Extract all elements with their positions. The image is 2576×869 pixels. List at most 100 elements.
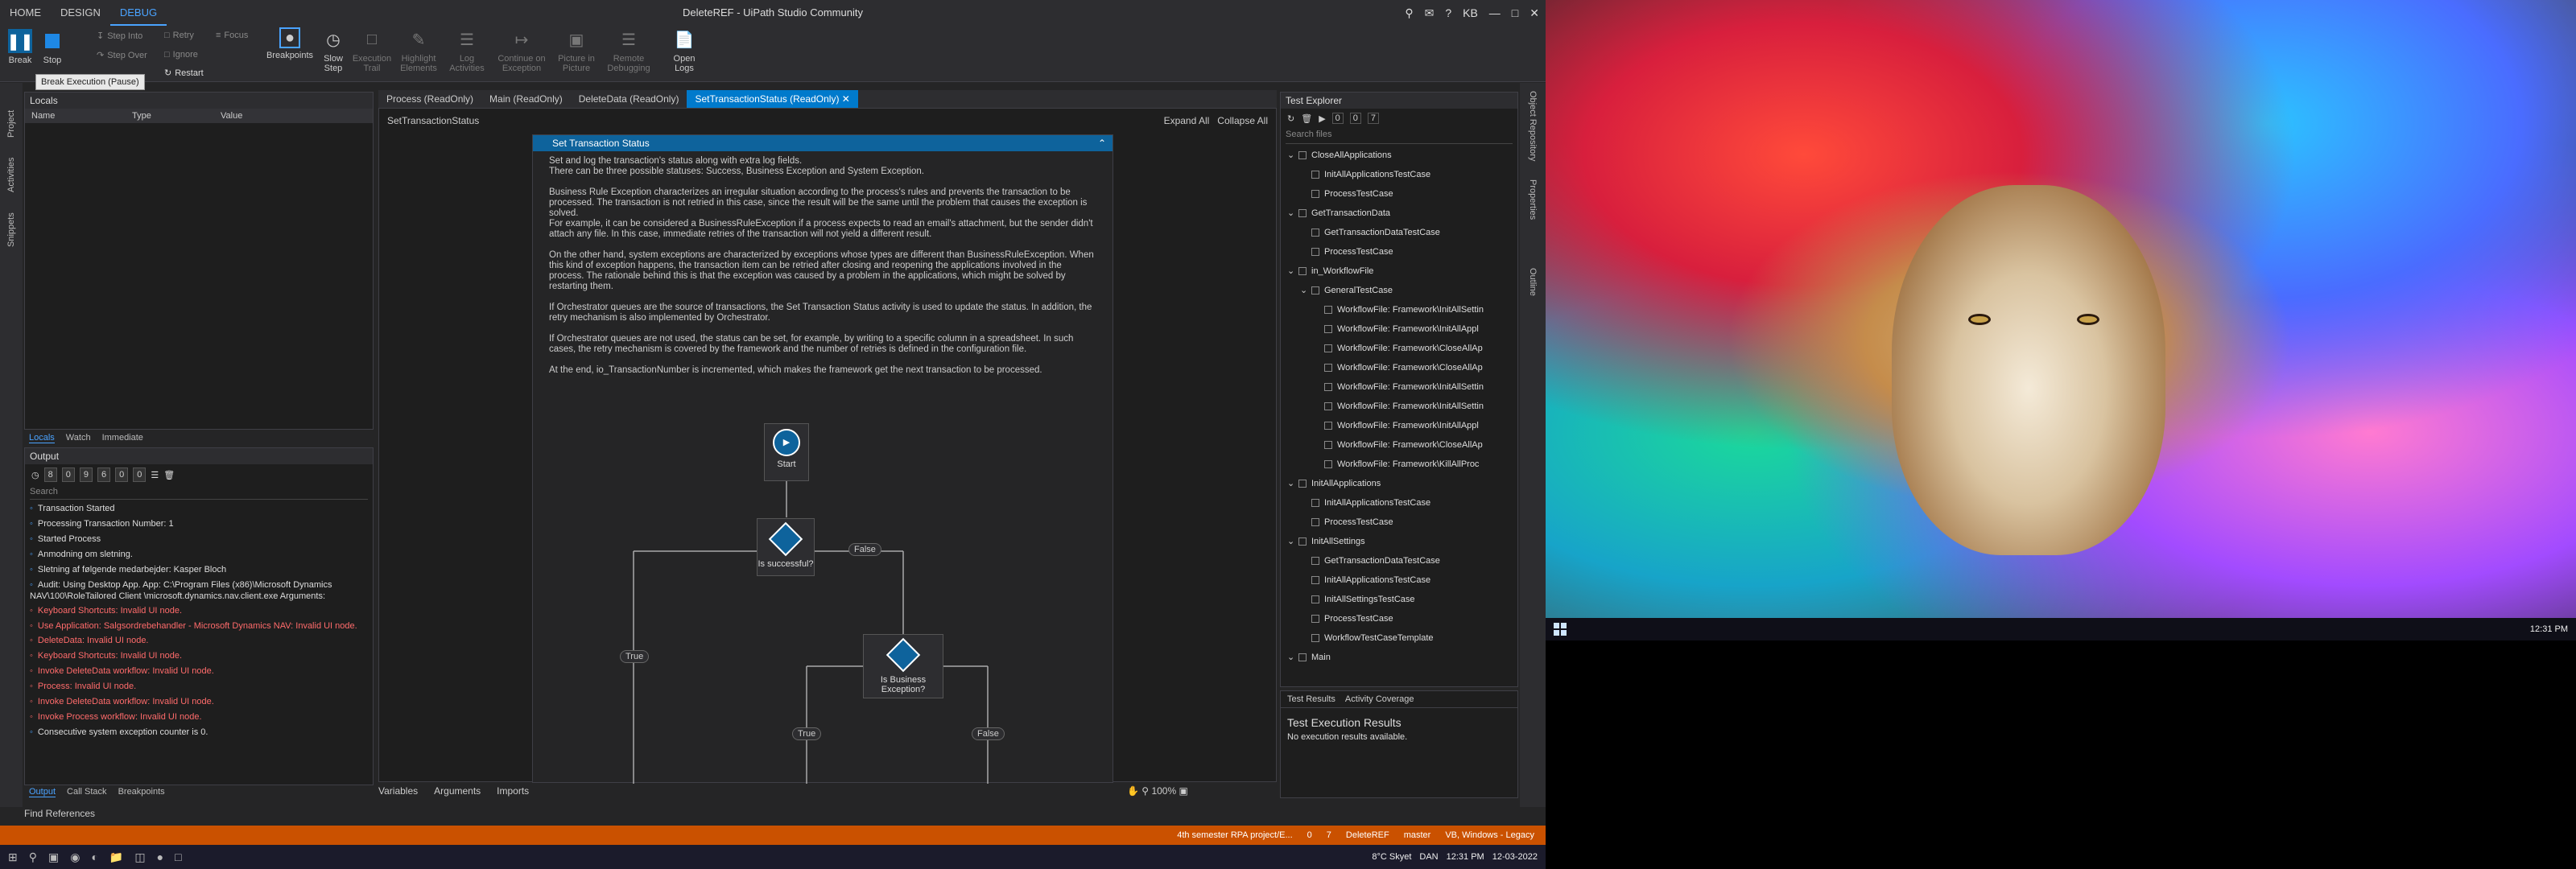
- expand-icon[interactable]: ⌄: [1287, 146, 1295, 165]
- log-activities-button[interactable]: ☰ Log Activities: [444, 27, 489, 74]
- tab-imports[interactable]: Imports: [497, 785, 529, 797]
- tab-breakpoints[interactable]: Breakpoints: [118, 787, 165, 797]
- ignore-button[interactable]: □ Ignore: [164, 50, 198, 60]
- search-icon[interactable]: ⚲: [1405, 6, 1413, 20]
- uipath-icon[interactable]: □: [175, 850, 181, 863]
- slow-step-button[interactable]: ◷ Slow Step: [319, 27, 348, 74]
- doc-tab-process[interactable]: Process (ReadOnly): [378, 90, 481, 108]
- col-type[interactable]: Type: [126, 109, 214, 123]
- teams-icon[interactable]: ◫: [134, 850, 145, 864]
- test-tree-item[interactable]: WorkflowFile: Framework\KillAllProc: [1281, 455, 1517, 474]
- test-tree-item[interactable]: WorkflowFile: Framework\CloseAllAp: [1281, 358, 1517, 377]
- delete-icon[interactable]: 🗑: [1301, 113, 1312, 124]
- focus-button[interactable]: ≡ Focus: [216, 31, 248, 40]
- output-line[interactable]: ◦ Started Process: [30, 532, 368, 547]
- test-tree-item[interactable]: ⌄ Main: [1281, 648, 1517, 667]
- tab-locals[interactable]: Locals: [29, 433, 55, 443]
- test-tree-item[interactable]: WorkflowFile: Framework\CloseAllAp: [1281, 435, 1517, 455]
- expand-icon[interactable]: ⌄: [1287, 204, 1295, 223]
- filter-verbose[interactable]: 0: [115, 467, 129, 482]
- filter-info[interactable]: 9: [79, 467, 93, 482]
- tab-home[interactable]: HOME: [0, 0, 51, 26]
- expand-icon[interactable]: ⌄: [1287, 262, 1295, 281]
- clear-icon[interactable]: 🗑: [163, 470, 175, 480]
- clock-icon[interactable]: ◷: [31, 470, 39, 480]
- test-tree-item[interactable]: WorkflowFile: Framework\InitAllSettin: [1281, 300, 1517, 319]
- tab-variables[interactable]: Variables: [378, 785, 418, 797]
- output-line[interactable]: ◦ Use Application: Salgsordrebehandler - …: [30, 620, 368, 632]
- step-over-button[interactable]: ↷ Step Over: [97, 50, 147, 61]
- test-tree-item[interactable]: WorkflowFile: Framework\InitAllSettin: [1281, 377, 1517, 397]
- failed-filter[interactable]: 0: [1349, 113, 1361, 124]
- zoom-level[interactable]: 100%: [1151, 785, 1176, 797]
- notrun-filter[interactable]: 7: [1367, 113, 1380, 124]
- tab-debug[interactable]: DEBUG: [109, 0, 167, 26]
- doc-tab-deletedata[interactable]: DeleteData (ReadOnly): [571, 90, 687, 108]
- decision-is-successful[interactable]: Is successful?: [757, 518, 815, 576]
- test-tree-item[interactable]: ⌄ InitAllApplications: [1281, 474, 1517, 493]
- tab-immediate[interactable]: Immediate: [102, 433, 143, 443]
- output-line[interactable]: ◦ Sletning af følgende medarbejder: Kaspe…: [30, 562, 368, 578]
- side-tab-properties[interactable]: Properties: [1528, 179, 1538, 260]
- breadcrumb[interactable]: SetTransactionStatus: [387, 115, 479, 126]
- spotify-icon[interactable]: ●: [157, 850, 163, 863]
- test-tree-item[interactable]: GetTransactionDataTestCase: [1281, 551, 1517, 570]
- output-line[interactable]: ◦ Audit: Using Desktop App. App: C:\Progr…: [30, 579, 368, 602]
- side-tab-activities[interactable]: Activities: [6, 144, 16, 192]
- second-clock[interactable]: 12:31 PM: [2530, 618, 2568, 640]
- user-avatar[interactable]: KB: [1463, 6, 1478, 19]
- weather[interactable]: 8°C Skyet: [1372, 852, 1411, 862]
- windows-icon[interactable]: [1554, 623, 1567, 636]
- test-tree-item[interactable]: ProcessTestCase: [1281, 513, 1517, 532]
- changes-count[interactable]: 7: [1327, 830, 1331, 840]
- filter-trace[interactable]: 6: [97, 467, 111, 482]
- test-tree-item[interactable]: ⌄ GetTransactionData: [1281, 204, 1517, 223]
- side-tab-snippets[interactable]: Snippets: [6, 199, 16, 247]
- doc-tab-main[interactable]: Main (ReadOnly): [481, 90, 571, 108]
- execution-trail-button[interactable]: □ Execution Trail: [349, 27, 394, 74]
- task-view-icon[interactable]: ▣: [48, 850, 59, 864]
- output-line[interactable]: ◦ Transaction Started: [30, 501, 368, 517]
- side-tab-project[interactable]: Project: [6, 89, 16, 138]
- git-branch[interactable]: master: [1404, 830, 1431, 840]
- test-tree-item[interactable]: InitAllApplicationsTestCase: [1281, 165, 1517, 184]
- pan-icon[interactable]: ✋: [1127, 785, 1139, 797]
- expand-all-button[interactable]: Expand All: [1164, 115, 1210, 126]
- filter-warnings[interactable]: 0: [61, 467, 75, 482]
- test-tree-item[interactable]: InitAllSettingsTestCase: [1281, 590, 1517, 609]
- close-tab-icon[interactable]: ✕: [842, 93, 850, 105]
- language[interactable]: DAN: [1419, 852, 1438, 862]
- restart-button[interactable]: ↻ Restart: [164, 68, 204, 79]
- chrome-icon[interactable]: ◉: [70, 850, 80, 864]
- fit-icon[interactable]: ▣: [1179, 785, 1187, 797]
- test-tree-item[interactable]: WorkflowFile: Framework\InitAllAppl: [1281, 319, 1517, 339]
- start-node[interactable]: ▶ Start: [764, 423, 809, 481]
- list-icon[interactable]: ☰: [151, 470, 159, 480]
- test-tree-item[interactable]: ⌄ InitAllSettings: [1281, 532, 1517, 551]
- tab-call-stack[interactable]: Call Stack: [67, 787, 107, 797]
- test-tree-item[interactable]: InitAllApplicationsTestCase: [1281, 570, 1517, 590]
- output-search[interactable]: Search: [30, 487, 368, 500]
- test-tree-item[interactable]: InitAllApplicationsTestCase: [1281, 493, 1517, 513]
- picture-in-picture-button[interactable]: ▣ Picture in Picture: [554, 27, 599, 74]
- highlight-elements-button[interactable]: ✎ Highlight Elements: [396, 27, 441, 74]
- test-tree-item[interactable]: ⌄ GeneralTestCase: [1281, 281, 1517, 300]
- test-tree-item[interactable]: GetTransactionDataTestCase: [1281, 223, 1517, 242]
- remote-debugging-button[interactable]: ☰ Remote Debugging: [602, 27, 655, 74]
- output-line[interactable]: ◦ DeleteData: Invalid UI node.: [30, 633, 368, 649]
- collapse-icon[interactable]: ⌃: [1098, 135, 1106, 151]
- step-into-button[interactable]: ↧ Step Into: [97, 31, 142, 42]
- test-tree-item[interactable]: ProcessTestCase: [1281, 242, 1517, 262]
- continue-on-exception-button[interactable]: ↦ Continue on Exception: [493, 27, 551, 74]
- test-tree-item[interactable]: WorkflowTestCaseTemplate: [1281, 628, 1517, 648]
- test-tree-item[interactable]: WorkflowFile: Framework\InitAllSettin: [1281, 397, 1517, 416]
- stop-button[interactable]: Stop: [40, 29, 64, 65]
- help-icon[interactable]: ?: [1445, 6, 1451, 19]
- test-tree-item[interactable]: ⌄ in_WorkflowFile: [1281, 262, 1517, 281]
- output-line[interactable]: ◦ Invoke DeleteData workflow: Invalid UI …: [30, 664, 368, 679]
- notifications-icon[interactable]: ✉: [1425, 6, 1435, 20]
- tab-design[interactable]: DESIGN: [51, 0, 110, 26]
- output-line[interactable]: ◦ Keyboard Shortcuts: Invalid UI node.: [30, 603, 368, 619]
- zoom-icon[interactable]: ⚲: [1141, 785, 1149, 797]
- output-line[interactable]: ◦ Process: Invalid UI node.: [30, 679, 368, 694]
